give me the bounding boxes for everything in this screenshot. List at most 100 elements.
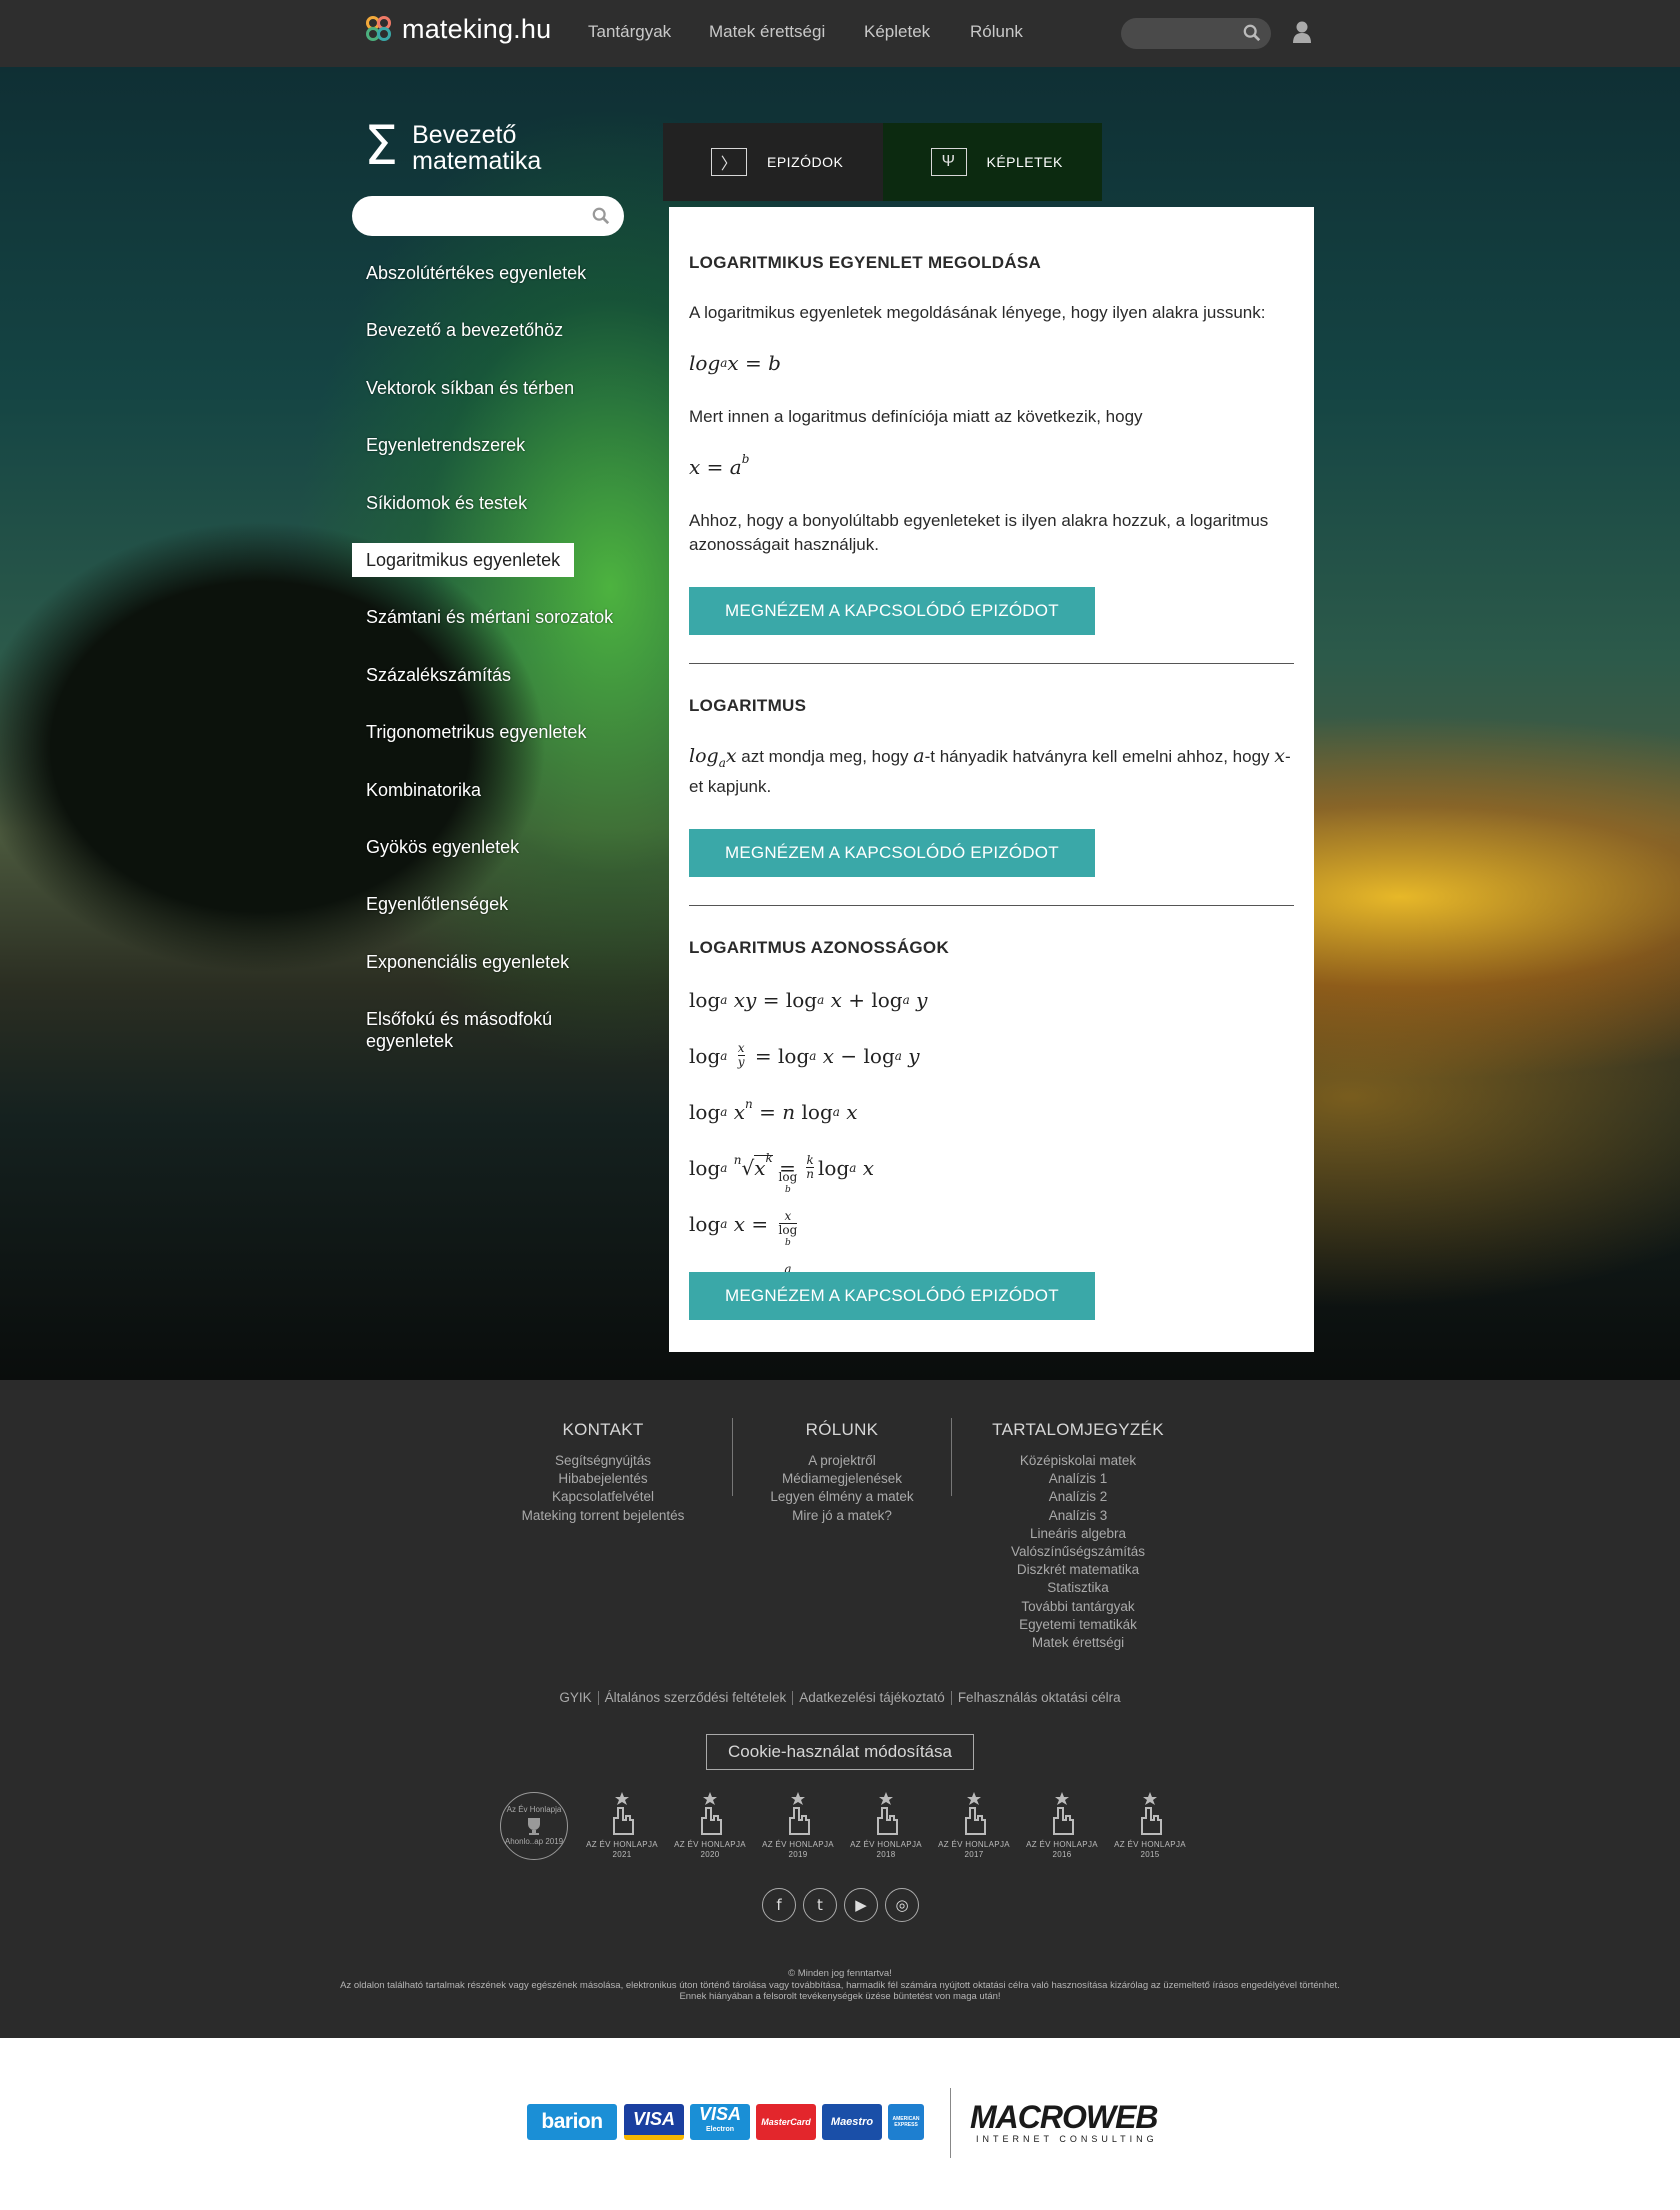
watch-episode-button[interactable]: MEGNÉZEM A KAPCSOLÓDÓ EPIZÓDOT [689, 828, 1095, 877]
footer-divider [951, 1418, 952, 1496]
copyright-disclaimer: Az oldalon található tartalmak részének … [340, 1979, 1340, 2003]
visa-electron-logo: VISA Electron [690, 2104, 750, 2140]
topic-item[interactable]: Trigonometrikus egyenletek [352, 715, 600, 749]
topic-item[interactable]: Síkidomok és testek [352, 486, 541, 520]
footer-link[interactable]: Analízis 3 [970, 1507, 1186, 1525]
tab-formulas[interactable]: Ψ KÉPLETEK [882, 123, 1102, 201]
footer-link[interactable]: Matek érettségi [970, 1634, 1186, 1652]
course-title-line1: Bevezető [412, 121, 517, 149]
course-title-line2: matematika [412, 147, 542, 175]
award-hand-icon [613, 1792, 634, 1835]
search-icon[interactable] [1243, 24, 1261, 42]
section-logarithm: LOGARITMUS logax azt mondja meg, hogy a-… [689, 664, 1294, 906]
tab-episodes-label: EPIZÓDOK [767, 154, 844, 170]
user-icon[interactable] [1292, 20, 1312, 44]
footer-link[interactable]: Kapcsolatfelvétel [510, 1488, 696, 1506]
formula-exp-eq: x = ab [689, 452, 750, 479]
award-badges: Az Év Honlapja Ahonlo..ap 2019 AZ ÉV HON… [500, 1792, 1192, 1872]
section-paragraph: Ahhoz, hogy a bonyolúltabb egyenleteket … [689, 511, 1269, 554]
section-log-identities: LOGARITMUS AZONOSSÁGOK log a xy = log a x … [689, 906, 1294, 1320]
copyright-line: © Minden jog fenntartva! [788, 1968, 892, 1979]
section-paragraph: logax azt mondja meg, hogy a-t hányadik … [689, 745, 1291, 796]
facebook-icon[interactable]: f [762, 1888, 796, 1922]
section-title: LOGARITMUS AZONOSSÁGOK [689, 937, 950, 957]
formula-log-product: log a xy = log a x + log a y [689, 987, 928, 1012]
award-hand-icon [877, 1792, 898, 1835]
award-badge: AZ ÉV HONLAPJA 2020 [668, 1792, 752, 1872]
topic-item[interactable]: Százalékszámítás [352, 658, 525, 692]
site-logo[interactable]: mateking.hu [366, 14, 551, 45]
footer-link[interactable]: További tantárgyak [970, 1598, 1186, 1616]
award-badge: AZ ÉV HONLAPJA 2015 [1108, 1792, 1192, 1872]
footer-divider [732, 1418, 733, 1496]
visa-logo: VISA [624, 2104, 684, 2140]
cookie-settings-button[interactable]: Cookie-használat módosítása [706, 1734, 974, 1770]
footer-link[interactable]: Középiskolai matek [970, 1452, 1186, 1470]
amex-logo: AMERICAN EXPRESS [888, 2104, 924, 2140]
footer-link[interactable]: Diszkrét matematika [970, 1561, 1186, 1579]
section-log-equation: LOGARITMIKUS EGYENLET MEGOLDÁSA A logari… [689, 207, 1294, 664]
formula-log-power: log a xn = n log a x [689, 1096, 858, 1124]
legal-link[interactable]: Adatkezelési tájékoztató [799, 1690, 945, 1705]
legal-links: GYIK Általános szerződési feltételek Adatk… [0, 1690, 1680, 1706]
copyright: © Minden jog fenntartva! Az oldalon talá… [0, 1968, 1680, 2003]
footer-link[interactable]: Mateking torrent bejelentés [510, 1507, 696, 1525]
award-hand-icon [965, 1792, 986, 1835]
nav-link-about[interactable]: Rólunk [970, 22, 1023, 42]
legal-link[interactable]: Általános szerződési feltételek [605, 1690, 787, 1705]
legal-separator [950, 1691, 952, 1706]
watch-episode-button[interactable]: MEGNÉZEM A KAPCSOLÓDÓ EPIZÓDOT [689, 1271, 1095, 1320]
legal-link[interactable]: GYIK [559, 1690, 591, 1705]
footer-link[interactable]: Egyetemi tematikák [970, 1616, 1186, 1634]
topic-item[interactable]: Egyenlőtlenségek [352, 887, 522, 921]
search-icon[interactable] [592, 207, 610, 225]
footer-link[interactable]: Statisztika [970, 1579, 1186, 1597]
award-badge: AZ ÉV HONLAPJA 2021 [580, 1792, 664, 1872]
footer-link[interactable]: A projektről [748, 1452, 936, 1470]
nav-link-subjects[interactable]: Tantárgyak [588, 22, 671, 42]
nav-link-matura[interactable]: Matek érettségi [709, 22, 825, 42]
footer-link[interactable]: Analízis 2 [970, 1488, 1186, 1506]
topic-item[interactable]: Vektorok síkban és térben [352, 371, 588, 405]
footer-link[interactable]: Legyen élmény a matek [748, 1488, 936, 1506]
nav-link-formulas[interactable]: Képletek [864, 22, 930, 42]
footer-link[interactable]: Segítségnyújtás [510, 1452, 696, 1470]
tab-episodes[interactable]: 〉 EPIZÓDOK [663, 123, 883, 201]
top-navigation-bar: mateking.hu Tantárgyak Matek érettségi K… [0, 0, 1680, 67]
topic-item[interactable]: Számtani és mértani sorozatok [352, 600, 627, 634]
topic-item[interactable]: Exponenciális egyenletek [352, 945, 583, 979]
topic-search-input[interactable] [352, 196, 624, 236]
topic-item[interactable]: Bevezető a bevezetőhöz [352, 313, 577, 347]
brand-name: mateking.hu [402, 14, 552, 44]
nav-search-input[interactable] [1121, 18, 1271, 49]
formula-log-eq: log a x = b [689, 351, 781, 375]
footer-link[interactable]: Hibabejelentés [510, 1470, 696, 1488]
topic-item[interactable]: Gyökös egyenletek [352, 830, 533, 864]
footer-link[interactable]: Médiamegjelenések [748, 1470, 936, 1488]
topic-item[interactable]: Logaritmikus egyenletek [352, 542, 575, 577]
course-title: Σ Bevezető matematika [364, 119, 542, 175]
topic-list: Abszolútértékes egyenletek Bevezető a bev… [352, 256, 652, 1081]
topic-item[interactable]: Abszolútértékes egyenletek [352, 256, 600, 290]
twitter-icon[interactable]: t [803, 1888, 837, 1922]
macroweb-logo: MACROWEB INTERNET CONSULTING [970, 2099, 1159, 2144]
topic-item[interactable]: Kombinatorika [352, 773, 495, 807]
footer-link[interactable]: Lineáris algebra [970, 1525, 1186, 1543]
youtube-icon[interactable]: ▶ [844, 1888, 878, 1922]
footer-about-column: RÓLUNK A projektről Médiamegjelenések Legy… [748, 1420, 936, 1525]
social-links: f t ▶ ◎ [762, 1888, 919, 1922]
watch-episode-button[interactable]: MEGNÉZEM A KAPCSOLÓDÓ EPIZÓDOT [689, 587, 1095, 635]
footer-link[interactable]: Analízis 1 [970, 1470, 1186, 1488]
instagram-icon[interactable]: ◎ [885, 1888, 919, 1922]
award-hand-icon [1141, 1792, 1162, 1835]
topic-item[interactable]: Elsőfokú és másodfokú egyenletek [352, 1002, 642, 1058]
chevron-right-icon: 〉 [711, 148, 747, 176]
award-hand-icon [701, 1792, 722, 1835]
footer-link[interactable]: Mire jó a matek? [748, 1507, 936, 1525]
footer-link[interactable]: Valószínűségszámítás [970, 1543, 1186, 1561]
maestro-logo: Maestro [822, 2104, 882, 2140]
legal-link[interactable]: Felhasználás oktatási célra [958, 1690, 1121, 1705]
award-hand-icon [789, 1792, 810, 1835]
content-tabs: 〉 EPIZÓDOK Ψ KÉPLETEK [663, 123, 1102, 201]
topic-item[interactable]: Egyenletrendszerek [352, 428, 539, 462]
